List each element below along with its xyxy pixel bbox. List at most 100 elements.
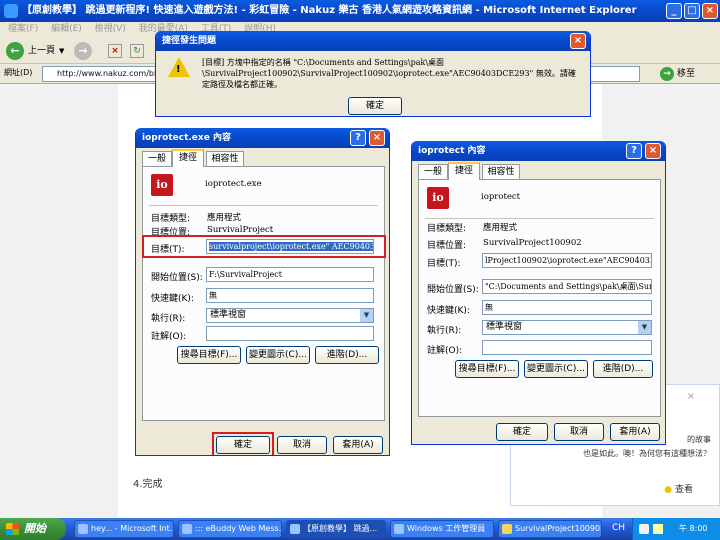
target-location-value: SurvivalProject100902 — [483, 238, 582, 248]
cancel-button[interactable]: 取消 — [277, 436, 327, 454]
run-label: 執行(R): — [427, 326, 462, 336]
right-properties-dialog: ioprotect 內容 ? × 一般 捷徑 相容性 io ioprotect … — [411, 141, 666, 445]
forward-button[interactable]: → — [74, 41, 92, 61]
find-target-button[interactable]: 搜尋目標(F)... — [455, 360, 519, 378]
apply-button[interactable]: 套用(A) — [333, 436, 383, 454]
error-ok-button[interactable]: 確定 — [348, 97, 402, 115]
hotkey-label: 快速鍵(K): — [427, 306, 470, 316]
taskbar-item-article[interactable]: 【原創教學】 跳過... — [286, 520, 386, 538]
minimize-icon[interactable]: _ — [666, 3, 682, 19]
run-select[interactable]: 標準視窗 ▼ — [206, 308, 374, 323]
stop-icon: × — [108, 44, 122, 58]
error-dialog-title: 捷徑發生問題 — [162, 36, 217, 46]
folder-icon — [502, 524, 512, 534]
address-label: 網址(D) — [4, 68, 33, 77]
change-icon-button[interactable]: 變更圖示(C)... — [246, 346, 310, 364]
close-icon[interactable]: × — [570, 33, 586, 49]
step-text: 4.完成 — [133, 479, 163, 490]
ok-button[interactable]: 確定 — [496, 423, 548, 441]
shortcut-panel: io ioprotect.exe 目標類型: 應用程式 目標位置: Surviv… — [142, 166, 386, 421]
ie-icon — [4, 4, 18, 18]
help-icon[interactable]: ? — [350, 130, 366, 146]
advanced-button[interactable]: 進階(D)... — [593, 360, 653, 378]
advanced-button[interactable]: 進階(D)... — [315, 346, 379, 364]
tab-compatibility[interactable]: 相容性 — [206, 151, 244, 167]
startin-field[interactable]: F:\SurvivalProject — [206, 267, 374, 282]
popup-view-link[interactable]: ● 查看 — [664, 482, 693, 495]
target-value: lProject100902\ioprotect.exe"AEC90403DCE… — [485, 256, 651, 265]
hotkey-value: 無 — [209, 291, 217, 300]
ioprotect-icon: io — [151, 174, 173, 196]
find-target-button[interactable]: 搜尋目標(F)... — [177, 346, 241, 364]
startin-field[interactable]: "C:\Documents and Settings\pak\桌面\Surviv… — [482, 279, 652, 294]
taskbar-item-taskmgr[interactable]: Windows 工作管理員 — [390, 520, 494, 538]
tab-general[interactable]: 一般 — [142, 151, 172, 167]
language-indicator[interactable]: CH — [612, 523, 625, 533]
target-type-value: 應用程式 — [483, 223, 518, 233]
run-value: 標準視窗 — [486, 322, 523, 332]
left-dialog-title: ioprotect.exe 內容 — [142, 133, 231, 143]
menu-view[interactable]: 檢視(V) — [95, 24, 126, 34]
popup-close-icon[interactable]: × — [687, 391, 695, 402]
maximize-icon[interactable]: □ — [684, 3, 700, 19]
chevron-down-icon: ▼ — [360, 309, 373, 322]
go-button[interactable]: → 移至 — [660, 66, 695, 82]
ok-highlight-box — [212, 432, 274, 455]
back-label: 上一頁 — [28, 46, 56, 56]
taskbar-item-label: hey... - Microsoft Int... — [91, 524, 174, 533]
start-button[interactable]: 開始 — [0, 518, 66, 540]
tab-compatibility[interactable]: 相容性 — [482, 164, 520, 180]
error-dialog: 捷徑發生問題 × ! [目標] 方塊中指定的名稱 "C:\Documents a… — [155, 31, 591, 117]
menu-edit[interactable]: 編輯(E) — [51, 24, 82, 34]
tab-shortcut[interactable]: 捷徑 — [172, 149, 204, 167]
taskbar-item-ie[interactable]: hey... - Microsoft Int... — [74, 520, 174, 538]
target-location-label: 目標位置: — [427, 241, 467, 251]
clock: 午 8:00 — [679, 524, 708, 533]
hotkey-field[interactable]: 無 — [482, 300, 652, 315]
apply-button[interactable]: 套用(A) — [610, 423, 660, 441]
close-icon[interactable]: × — [369, 130, 385, 146]
menu-file[interactable]: 檔案(F) — [8, 24, 38, 34]
refresh-icon: ↻ — [130, 44, 144, 58]
tray-icon[interactable] — [653, 524, 663, 534]
hotkey-field[interactable]: 無 — [206, 288, 374, 303]
taskbar: 開始 hey... - Microsoft Int... ::: eBuddy … — [0, 518, 720, 540]
help-icon[interactable]: ? — [626, 143, 642, 159]
taskbar-item-label: 【原創教學】 跳過... — [303, 524, 378, 533]
taskbar-item-label: Windows 工作管理員 — [407, 524, 486, 533]
tray-icon[interactable] — [639, 524, 649, 534]
comment-label: 註解(O): — [151, 332, 187, 342]
chevron-down-icon: ▼ — [59, 47, 65, 55]
run-value: 標準視窗 — [210, 310, 247, 320]
hotkey-value: 無 — [485, 303, 493, 312]
shortcut-name: ioprotect — [481, 192, 521, 202]
popup-view-label: 查看 — [674, 485, 693, 495]
stop-button[interactable]: × — [108, 41, 122, 61]
go-arrow-icon: → — [660, 67, 674, 81]
target-type-label: 目標類型: — [151, 214, 191, 224]
browser-icon — [182, 524, 192, 534]
right-dialog-title: ioprotect 內容 — [418, 146, 486, 156]
run-label: 執行(R): — [151, 314, 186, 324]
left-dialog-titlebar: ioprotect.exe 內容 ? × — [136, 128, 389, 148]
browser-title-bar: 【原創教學】 跳過更新程序! 快速進入遊戲方法! - 彩虹冒險 - Nakuz … — [0, 0, 720, 22]
taskbar-item-ebuddy[interactable]: ::: eBuddy Web Mess... — [178, 520, 282, 538]
close-icon[interactable]: × — [702, 3, 718, 19]
back-arrow-icon: ← — [6, 42, 24, 60]
run-select[interactable]: 標準視窗 ▼ — [482, 320, 652, 335]
taskbar-item-folder[interactable]: SurvivalProject100902 — [498, 520, 602, 538]
comment-field[interactable] — [482, 340, 652, 355]
start-label: 開始 — [24, 522, 46, 535]
forward-arrow-icon: → — [74, 42, 92, 60]
cancel-button[interactable]: 取消 — [554, 423, 604, 441]
close-icon[interactable]: × — [645, 143, 661, 159]
back-button[interactable]: ← 上一頁 ▼ — [6, 41, 64, 61]
change-icon-button[interactable]: 變更圖示(C)... — [524, 360, 588, 378]
tab-shortcut[interactable]: 捷徑 — [448, 162, 480, 180]
target-location-value: SurvivalProject — [207, 225, 274, 235]
tab-general[interactable]: 一般 — [418, 164, 448, 180]
target-field[interactable]: lProject100902\ioprotect.exe"AEC90403DCE… — [482, 253, 652, 268]
target-type-label: 目標類型: — [427, 224, 467, 234]
comment-field[interactable] — [206, 326, 374, 341]
refresh-button[interactable]: ↻ — [130, 41, 144, 61]
